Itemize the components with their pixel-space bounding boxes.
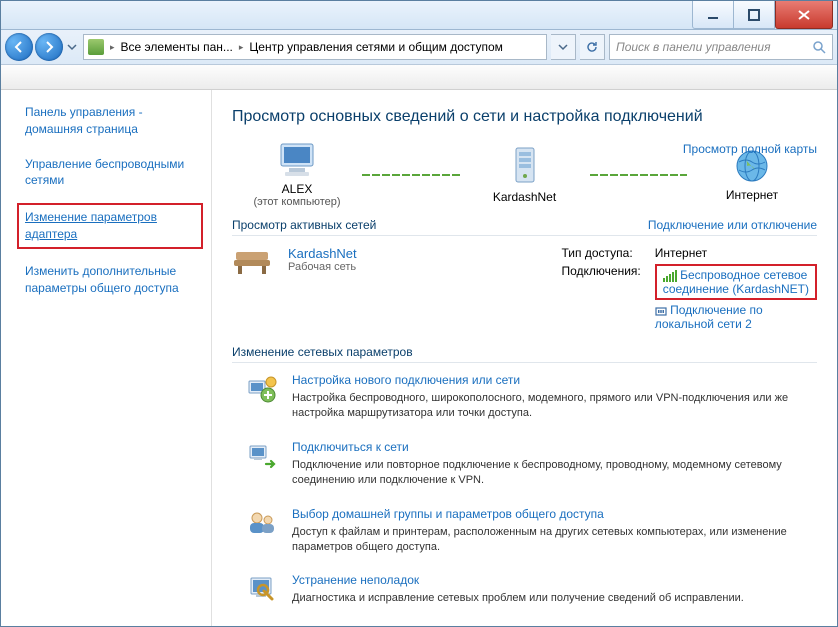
breadcrumb-sep-icon: ▸ [239,42,244,53]
label-access-type: Тип доступа: [562,246,641,260]
pc-icon [275,142,319,178]
map-node-pc: ALEX (этот компьютер) [232,142,362,208]
menubar [1,65,837,90]
sidebar-home[interactable]: Панель управления - домашняя страница [25,104,199,138]
label-connections: Подключения: [562,264,641,331]
lan-connection-link[interactable]: Подключение по локальной сети 2 [655,303,817,331]
maximize-button[interactable] [734,1,775,29]
network-map: ALEX (этот компьютер) KardashNet [232,142,817,208]
connection-details: Тип доступа: Интернет Подключения: [562,246,818,331]
titlebar [1,1,837,30]
sidebar-link-wireless[interactable]: Управление беспроводными сетями [25,156,199,190]
navbar: ▸ Все элементы пан... ▸ Центр управления… [1,30,837,65]
map-node-label: KardashNet [493,190,556,204]
task-title-link[interactable]: Настройка нового подключения или сети [292,373,817,387]
refresh-button[interactable] [580,34,605,60]
map-node-label: ALEX [282,182,313,196]
task-title-link[interactable]: Устранение неполадок [292,573,744,587]
task-title-link[interactable]: Подключиться к сети [292,440,817,454]
task-item: Устранение неполадок Диагностика и испра… [232,573,817,606]
ethernet-icon [655,305,667,317]
task-desc: Доступ к файлам и принтерам, расположенн… [292,525,817,556]
task-item: Подключиться к сети Подключение или повт… [232,440,817,489]
map-node-sublabel: (этот компьютер) [253,196,340,208]
network-name-link[interactable]: KardashNet [288,246,357,261]
section-title: Просмотр активных сетей [232,218,376,232]
close-button[interactable] [775,1,833,29]
recent-dropdown-icon[interactable] [65,40,79,54]
active-network-row: KardashNet Рабочая сеть Тип доступа: Инт… [232,246,817,331]
task-item: Выбор домашней группы и параметров общег… [232,507,817,556]
breadcrumb-current[interactable]: Центр управления сетями и общим доступом [249,40,503,54]
map-node-internet: Интернет [687,148,817,202]
section-change-settings: Изменение сетевых параметров [232,345,817,363]
content: Просмотр основных сведений о сети и наст… [212,90,837,626]
network-info: KardashNet Рабочая сеть [288,246,357,273]
homegroup-icon [246,507,278,539]
map-node-gateway: KardashNet [460,146,590,204]
map-link-icon [590,174,688,176]
search-icon [812,40,826,54]
value-access-type: Интернет [655,246,817,260]
task-title-link[interactable]: Выбор домашней группы и параметров общег… [292,507,817,521]
section-active-networks: Просмотр активных сетей Подключение или … [232,218,817,236]
section-title: Изменение сетевых параметров [232,345,413,359]
full-map-link[interactable]: Просмотр полной карты [683,142,817,156]
connect-disconnect-link[interactable]: Подключение или отключение [648,218,817,232]
address-bar[interactable]: ▸ Все элементы пан... ▸ Центр управления… [83,34,547,60]
sidebar: Панель управления - домашняя страница Уп… [1,90,212,626]
map-link-icon [362,174,460,176]
task-item: Настройка нового подключения или сети На… [232,373,817,422]
breadcrumb-parent[interactable]: Все элементы пан... [121,40,233,54]
search-box[interactable]: Поиск в панели управления [609,34,833,60]
breadcrumb-sep-icon: ▸ [110,42,115,53]
troubleshoot-icon [246,573,278,605]
task-list: Настройка нового подключения или сети На… [232,373,817,607]
wifi-signal-icon [663,270,677,282]
page-title: Просмотр основных сведений о сети и наст… [232,108,817,126]
connect-network-icon [246,440,278,472]
nav-buttons [5,33,79,61]
network-category-icon [232,246,272,279]
forward-button[interactable] [35,33,63,61]
task-desc: Диагностика и исправление сетевых пробле… [292,591,744,606]
window-frame: ▸ Все элементы пан... ▸ Центр управления… [0,0,838,627]
value-connections: Беспроводное сетевое соединение (Kardash… [655,264,817,331]
address-dropdown[interactable] [551,34,576,60]
server-icon [510,146,540,186]
map-node-label: Интернет [726,188,778,202]
control-panel-icon [88,39,104,55]
body: Панель управления - домашняя страница Уп… [1,90,837,626]
task-desc: Настройка беспроводного, широкополосного… [292,391,817,422]
wifi-connection-link[interactable]: Беспроводное сетевое соединение (Kardash… [655,264,817,300]
network-type: Рабочая сеть [288,261,357,273]
search-placeholder: Поиск в панели управления [616,40,771,54]
new-connection-icon [246,373,278,405]
back-button[interactable] [5,33,33,61]
sidebar-link-adapter[interactable]: Изменение параметров адаптера [17,203,203,249]
sidebar-link-sharing[interactable]: Изменить дополнительные параметры общего… [25,263,199,297]
task-desc: Подключение или повторное подключение к … [292,458,817,489]
minimize-button[interactable] [692,1,734,29]
